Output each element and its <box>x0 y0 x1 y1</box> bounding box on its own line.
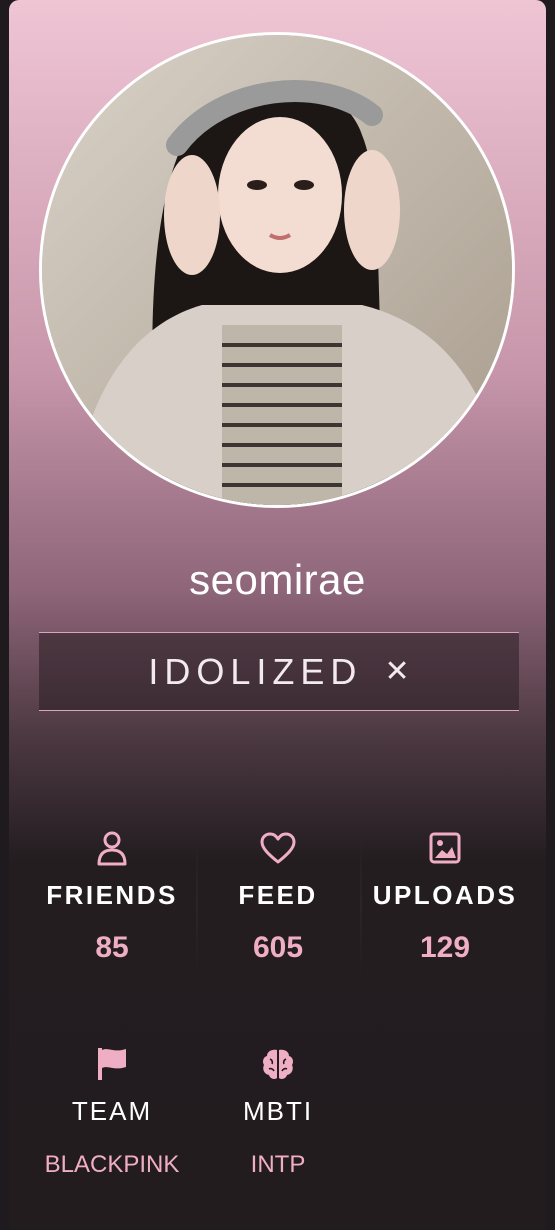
brain-icon <box>203 1044 353 1084</box>
profile-card: seomirae IDOLIZED ✕ FRIENDS 85 FEED 605 <box>9 0 546 1230</box>
info-value: BLACKPINK <box>44 1151 180 1178</box>
stat-friends[interactable]: FRIENDS 85 <box>37 828 187 965</box>
stat-feed[interactable]: FEED 605 <box>203 828 353 965</box>
username: seomirae <box>189 556 366 603</box>
stat-value: 85 <box>95 931 129 964</box>
stat-label: UPLOADS <box>372 880 518 910</box>
divider <box>196 830 198 980</box>
info-value: INTP <box>250 1151 306 1178</box>
close-icon[interactable]: ✕ <box>384 654 409 689</box>
stat-uploads[interactable]: UPLOADS 129 <box>370 828 520 965</box>
stat-value: 605 <box>252 931 304 964</box>
flag-icon <box>37 1044 187 1084</box>
info-mbti: MBTI INTP <box>203 1044 353 1179</box>
image-icon <box>370 828 520 868</box>
idolized-label: IDOLIZED <box>148 650 363 692</box>
avatar[interactable] <box>39 32 515 508</box>
heart-icon <box>203 828 353 868</box>
info-team: TEAM BLACKPINK <box>37 1044 187 1179</box>
stat-label: FEED <box>238 880 318 910</box>
stat-label: FRIENDS <box>46 880 178 910</box>
user-icon <box>37 828 187 868</box>
avatar-photo <box>42 35 512 505</box>
divider <box>360 830 362 980</box>
idolized-badge[interactable]: IDOLIZED ✕ <box>39 632 519 711</box>
info-label: MBTI <box>242 1096 314 1126</box>
info-label: TEAM <box>71 1096 153 1126</box>
stat-value: 129 <box>419 931 471 964</box>
